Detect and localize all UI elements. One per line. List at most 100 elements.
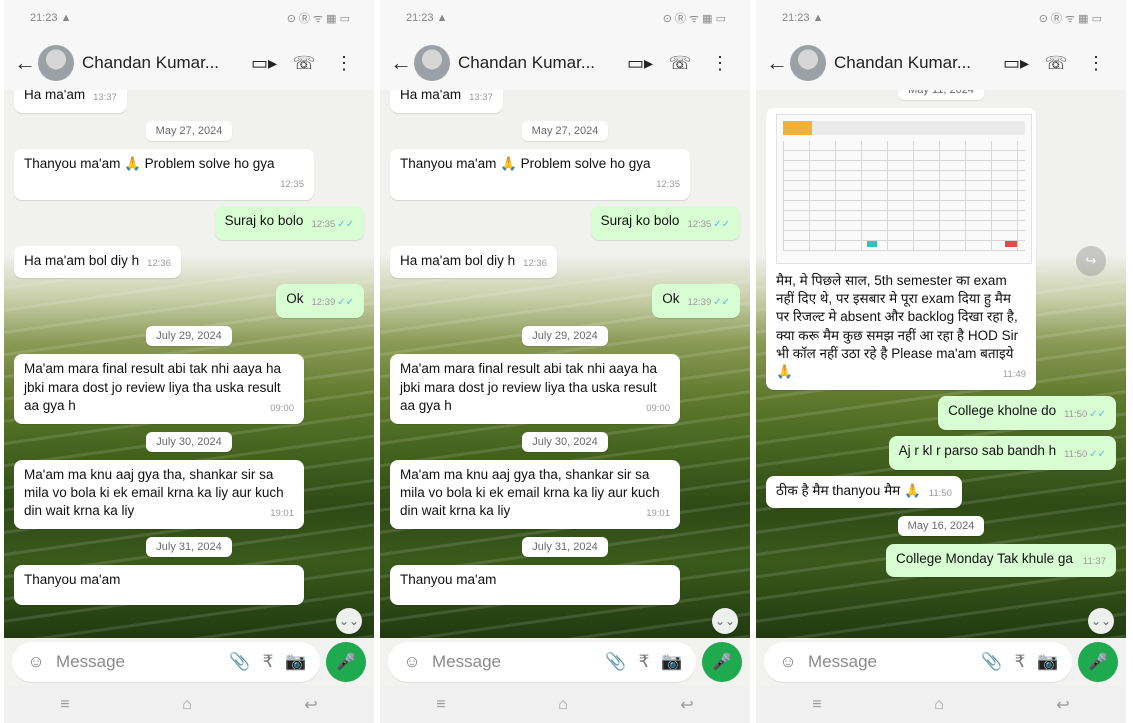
- message-time: 19:01: [646, 507, 670, 519]
- message-out[interactable]: Ok 12:39 ✓✓: [14, 284, 364, 319]
- message-out[interactable]: College kholne do 11:50 ✓✓: [766, 395, 1116, 430]
- video-call-icon[interactable]: ▭▸: [996, 53, 1036, 74]
- message-in[interactable]: ठीक है मैम thanyou मैम 🙏 11:50: [766, 475, 1116, 509]
- payment-icon[interactable]: ₹: [254, 652, 282, 672]
- phone-call-icon[interactable]: ☏: [284, 53, 324, 74]
- message-text: Ma'am ma knu aaj gya tha, shankar sir sa…: [400, 466, 660, 518]
- message-input[interactable]: Message: [808, 652, 978, 672]
- message-in[interactable]: Ha ma'am bol diy h 12:36: [14, 245, 364, 279]
- message-out[interactable]: College Monday Tak khule ga 11:37: [766, 544, 1116, 578]
- payment-icon[interactable]: ₹: [630, 652, 658, 672]
- back-arrow-icon[interactable]: ←: [390, 50, 412, 76]
- status-bar: 21:23 ▲ ⊙ Ⓡ ᯤ ▦ ▭: [4, 0, 374, 36]
- message-input[interactable]: Message: [56, 652, 226, 672]
- camera-icon[interactable]: 📷: [282, 652, 310, 672]
- avatar[interactable]: [38, 45, 74, 81]
- avatar[interactable]: [414, 45, 450, 81]
- scroll-down-icon[interactable]: ⌄⌄: [336, 608, 362, 634]
- contact-name[interactable]: Chandan Kumar...: [82, 53, 244, 73]
- scroll-down-icon[interactable]: ⌄⌄: [712, 608, 738, 634]
- message-time: 09:00: [270, 402, 294, 414]
- forward-icon[interactable]: ↪: [1076, 246, 1106, 276]
- home-icon[interactable]: ⌂: [558, 696, 568, 714]
- message-text: Ha ma'am: [24, 90, 86, 102]
- back-arrow-icon[interactable]: ←: [14, 50, 36, 76]
- camera-icon[interactable]: 📷: [1034, 652, 1062, 672]
- home-icon[interactable]: ⌂: [934, 696, 944, 714]
- chat-header: ← Chandan Kumar... ▭▸ ☏ ⋮: [4, 36, 374, 90]
- chat-area[interactable]: Ha ma'am 13:37 May 27, 2024 Thanyou ma'am…: [380, 90, 750, 638]
- avatar[interactable]: [790, 45, 826, 81]
- read-receipt-icon: ✓✓: [337, 218, 354, 230]
- message-out[interactable]: Suraj ko bolo 12:35 ✓✓: [390, 205, 740, 240]
- mic-icon[interactable]: 🎤: [702, 642, 742, 682]
- message-out[interactable]: Suraj ko bolo 12:35 ✓✓: [14, 205, 364, 240]
- recents-icon[interactable]: ≡: [812, 696, 821, 714]
- more-options-icon[interactable]: ⋮: [700, 53, 740, 74]
- date-separator: July 31, 2024: [522, 536, 608, 557]
- video-call-icon[interactable]: ▭▸: [620, 53, 660, 74]
- phone-call-icon[interactable]: ☏: [660, 53, 700, 74]
- message-in[interactable]: Thanyou ma'am: [390, 564, 740, 605]
- message-in-image[interactable]: मैम, मे पिछले साल, 5th semester का exam …: [766, 108, 1116, 390]
- date-separator: May 11, 2024: [898, 90, 984, 100]
- scroll-down-icon[interactable]: ⌄⌄: [1088, 608, 1114, 634]
- message-time: 12:39: [311, 297, 336, 309]
- contact-name[interactable]: Chandan Kumar...: [458, 53, 620, 73]
- message-time: 11:50: [1064, 448, 1088, 460]
- attach-icon[interactable]: 📎: [226, 652, 254, 672]
- date-separator: July 29, 2024: [146, 326, 232, 347]
- message-time: 19:01: [270, 507, 294, 519]
- emoji-icon[interactable]: ☺: [774, 652, 802, 672]
- back-arrow-icon[interactable]: ←: [766, 50, 788, 76]
- more-options-icon[interactable]: ⋮: [1076, 53, 1116, 74]
- message-in[interactable]: Ma'am ma knu aaj gya tha, shankar sir sa…: [390, 459, 740, 529]
- date-separator: July 30, 2024: [522, 431, 608, 452]
- emoji-icon[interactable]: ☺: [22, 652, 50, 672]
- home-icon[interactable]: ⌂: [182, 696, 192, 714]
- message-out[interactable]: Aj r kl r parso sab bandh h 11:50 ✓✓: [766, 435, 1116, 470]
- message-in[interactable]: Thanyou ma'am 🙏 Problem solve ho gya 12:3…: [14, 148, 364, 200]
- back-icon[interactable]: ↩: [304, 695, 317, 715]
- video-call-icon[interactable]: ▭▸: [244, 53, 284, 74]
- message-field[interactable]: ☺ Message 📎 ₹ 📷: [764, 642, 1072, 682]
- attach-icon[interactable]: 📎: [978, 652, 1006, 672]
- back-icon[interactable]: ↩: [1056, 695, 1069, 715]
- camera-icon[interactable]: 📷: [658, 652, 686, 672]
- payment-icon[interactable]: ₹: [1006, 652, 1034, 672]
- message-text: Suraj ko bolo: [224, 212, 304, 228]
- message-in[interactable]: Ma'am ma knu aaj gya tha, shankar sir sa…: [14, 459, 364, 529]
- chat-area[interactable]: Ha ma'am 13:37 May 27, 2024 Thanyou ma'am…: [4, 90, 374, 638]
- status-bar: 21:23 ▲ ⊙ Ⓡ ᯤ ▦ ▭: [756, 0, 1126, 36]
- message-in[interactable]: Ma'am mara final result abi tak nhi aaya…: [14, 354, 364, 424]
- message-text: Thanyou ma'am 🙏 Problem solve ho gya: [400, 155, 651, 171]
- message-text: Thanyou ma'am: [400, 571, 497, 587]
- message-time: 11:50: [1064, 408, 1088, 420]
- message-in[interactable]: Thanyou ma'am 🙏 Problem solve ho gya 12:3…: [390, 148, 740, 200]
- message-input[interactable]: Message: [432, 652, 602, 672]
- attach-icon[interactable]: 📎: [602, 652, 630, 672]
- emoji-icon[interactable]: ☺: [398, 652, 426, 672]
- more-options-icon[interactable]: ⋮: [324, 53, 364, 74]
- phone-call-icon[interactable]: ☏: [1036, 53, 1076, 74]
- recents-icon[interactable]: ≡: [436, 696, 445, 714]
- message-in[interactable]: Ha ma'am 13:37: [390, 90, 740, 113]
- message-in[interactable]: Ha ma'am bol diy h 12:36: [390, 245, 740, 279]
- back-icon[interactable]: ↩: [680, 695, 693, 715]
- message-time: 12:39: [687, 297, 712, 309]
- contact-name[interactable]: Chandan Kumar...: [834, 53, 996, 73]
- mic-icon[interactable]: 🎤: [1078, 642, 1118, 682]
- screenshot-attachment[interactable]: [776, 114, 1032, 264]
- recents-icon[interactable]: ≡: [60, 696, 69, 714]
- message-in[interactable]: Ha ma'am 13:37: [14, 90, 364, 113]
- message-out[interactable]: Ok 12:39 ✓✓: [390, 284, 740, 319]
- message-time: 12:35: [656, 179, 680, 191]
- message-text: Thanyou ma'am 🙏 Problem solve ho gya: [24, 155, 275, 171]
- message-in[interactable]: Thanyou ma'am: [14, 564, 364, 605]
- message-field[interactable]: ☺ Message 📎 ₹ 📷: [388, 642, 696, 682]
- mic-icon[interactable]: 🎤: [326, 642, 366, 682]
- chat-area[interactable]: May 11, 2024 मैम, मे पिछले साल, 5th seme…: [756, 90, 1126, 638]
- system-nav-bar: ≡ ⌂ ↩: [380, 686, 750, 723]
- message-field[interactable]: ☺ Message 📎 ₹ 📷: [12, 642, 320, 682]
- message-in[interactable]: Ma'am mara final result abi tak nhi aaya…: [390, 354, 740, 424]
